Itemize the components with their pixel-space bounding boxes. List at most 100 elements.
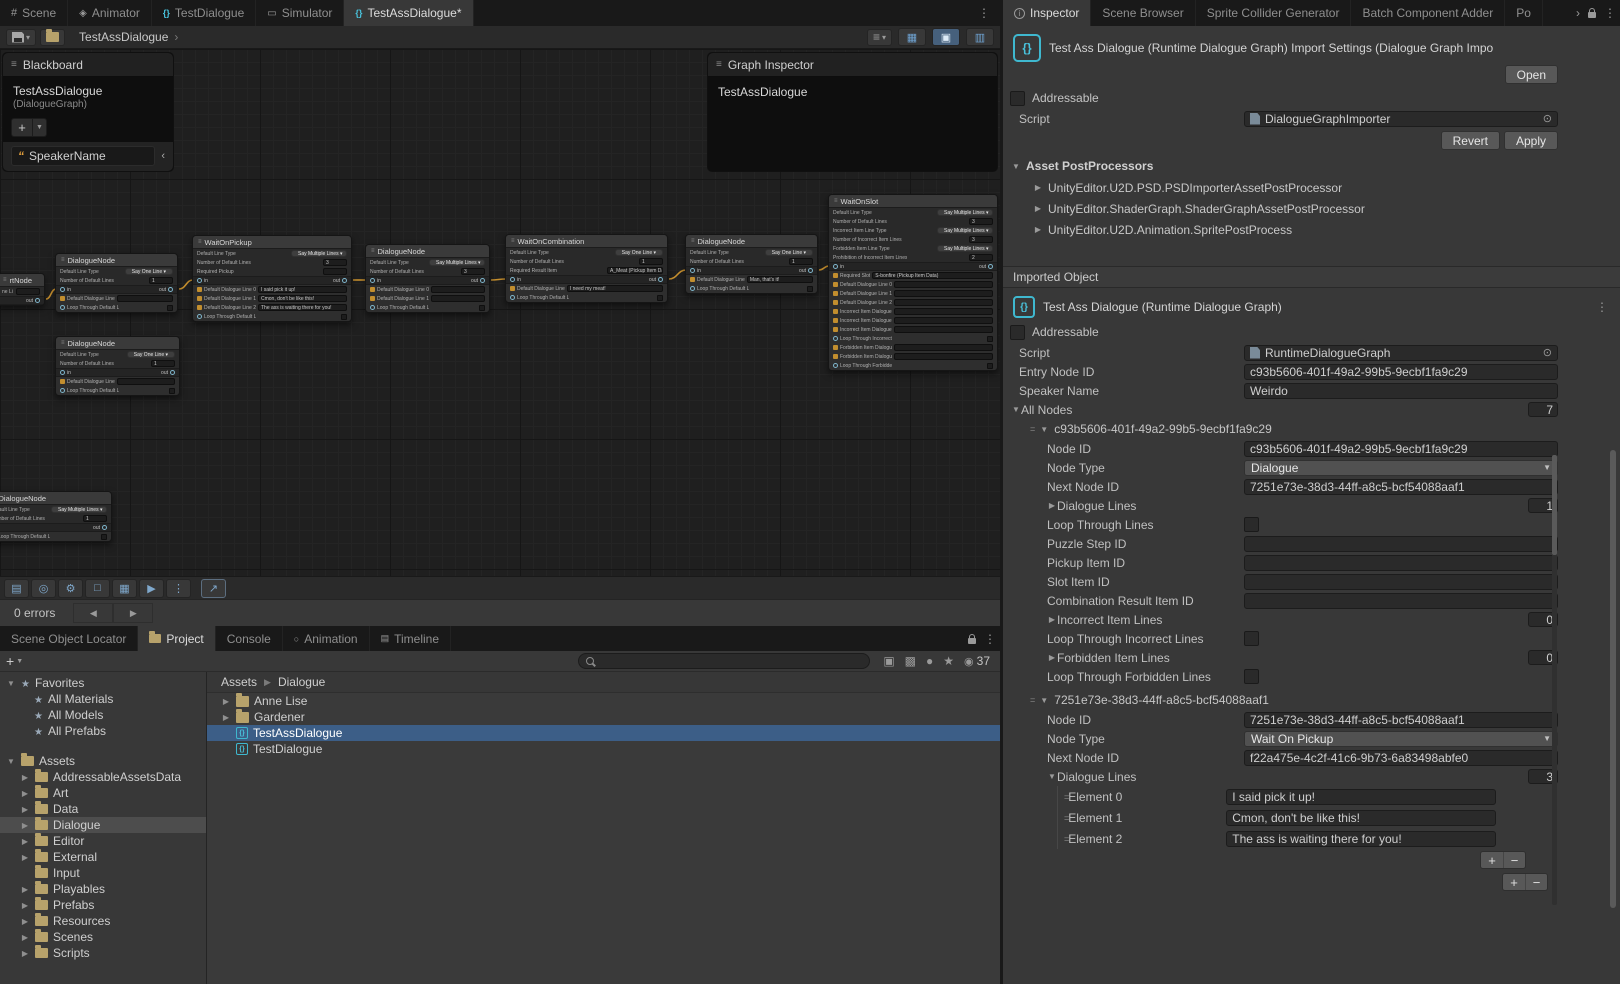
foldout-arrow-icon[interactable]: ▶ — [20, 773, 30, 782]
graph-node-title[interactable]: ≡rtNode — [0, 274, 44, 287]
checkbox[interactable] — [479, 305, 485, 311]
settings-wrench-icon[interactable]: ⚙ — [58, 579, 83, 598]
input-port[interactable]: in — [60, 287, 71, 293]
all-nodes-foldout[interactable]: ▼ All Nodes 7 — [1003, 400, 1620, 419]
folder-tree-item[interactable]: ▶ AddressableAssetsData — [0, 769, 206, 785]
graph-node-field[interactable]: Forbidden Item Line TypeSay Multiple Lin… — [829, 244, 997, 253]
addressable-checkbox[interactable] — [1010, 91, 1025, 106]
graph-node-title[interactable]: ≡DialogueNode — [366, 245, 489, 258]
graph-node-toggle[interactable]: Loop Through Default Lines? — [506, 293, 667, 302]
lock-icon[interactable] — [968, 638, 976, 644]
inspector-scrollbar[interactable] — [1609, 26, 1618, 984]
next-node-field[interactable]: 7251e73e-38d3-44ff-a8c5-bcf54088aaf1 — [1244, 479, 1558, 495]
loop-through-lines-checkbox[interactable] — [1244, 517, 1259, 532]
scrollbar-thumb[interactable] — [1610, 450, 1616, 908]
graph-node-toggle[interactable]: Loop Through Default Lines? — [193, 312, 351, 321]
graph-node[interactable]: ≡DialogueNodeDefault Line TypeSay Multip… — [365, 244, 490, 313]
graph-node-field[interactable]: Default Dialogue Line 1 — [366, 294, 489, 303]
checkbox[interactable] — [987, 363, 993, 369]
element-field[interactable]: I said pick it up! — [1226, 789, 1496, 805]
breadcrumb-item[interactable]: Assets — [221, 675, 257, 689]
graph-node-field[interactable]: Number of Default Lines1 — [686, 257, 817, 266]
chevron-right-icon[interactable]: › — [1576, 6, 1580, 20]
output-port[interactable]: out — [26, 298, 40, 304]
collapse-icon[interactable]: ≡ — [511, 238, 515, 244]
foldout-arrow-icon[interactable]: ▶ — [1033, 204, 1043, 213]
graph-node-field[interactable]: Default Dialogue Line 0I said pick it up… — [193, 285, 351, 294]
graph-node-field[interactable]: Default Dialogue Line 1Cmon, don't be li… — [193, 294, 351, 303]
graph-node[interactable]: ≡DialogueNodeDefault Line TypeSay Multip… — [0, 491, 112, 542]
node-list-entry-header[interactable]: = ▼ c93b5606-401f-49a2-99b5-9ecbf1fa9c29 — [1003, 419, 1620, 439]
visible-count[interactable]: 37 — [964, 654, 990, 668]
graph-node-field[interactable]: Default Dialogue Line 2The ass is waitin… — [193, 303, 351, 312]
drag-handle-icon[interactable]: = — [1030, 695, 1034, 705]
foldout-arrow-icon[interactable]: ▼ — [6, 757, 16, 766]
input-port[interactable]: in — [510, 277, 521, 283]
output-port[interactable]: out — [649, 277, 663, 283]
slot-item-field[interactable] — [1244, 574, 1558, 590]
object-picker-icon[interactable]: ⊙ — [1543, 346, 1552, 359]
panel-tab[interactable]: Project — [138, 626, 215, 651]
folder-tree-item[interactable]: ▶ Scenes — [0, 929, 206, 945]
foldout-arrow-icon[interactable]: ▶ — [20, 821, 30, 830]
blackboard-property-name[interactable]: SpeakerName — [29, 149, 106, 163]
graph-node-field[interactable]: Default Line TypeSay One Line ▾ — [56, 350, 179, 359]
dialogue-lines-foldout[interactable]: ▶Dialogue Lines1 — [1003, 496, 1620, 515]
graph-node-field[interactable]: Number of Default Lines1 — [56, 276, 177, 285]
graph-node-title[interactable]: ≡DialogueNode — [686, 235, 817, 248]
lock-icon[interactable] — [1588, 12, 1596, 18]
graph-node-title[interactable]: ≡WaitOnSlot — [829, 195, 997, 208]
apply-button[interactable]: Apply — [1504, 131, 1558, 150]
checkbox[interactable] — [987, 336, 993, 342]
foldout-arrow-icon[interactable]: ▶ — [20, 933, 30, 942]
postprocessor-item[interactable]: ▶ UnityEditor.ShaderGraph.ShaderGraphAss… — [1003, 198, 1620, 219]
script-object-field[interactable]: DialogueGraphImporter ⊙ — [1244, 111, 1558, 127]
collapse-icon[interactable]: ≡ — [3, 277, 7, 283]
foldout-arrow-icon[interactable]: ▶ — [20, 901, 30, 910]
graph-node-field[interactable]: Prohibition of Incorrect Item Lines2 — [829, 253, 997, 262]
add-property-button[interactable]: + — [11, 118, 33, 137]
element-field[interactable]: Cmon, don't be like this! — [1226, 810, 1496, 826]
foldout-arrow-icon[interactable]: ▶ — [1033, 183, 1043, 192]
output-port[interactable]: out — [471, 278, 485, 284]
edge[interactable] — [179, 280, 193, 289]
collapse-icon[interactable]: ≡ — [834, 198, 838, 204]
foldout-arrow-icon[interactable]: ▶ — [20, 917, 30, 926]
add-element-button[interactable]: + — [1503, 874, 1525, 890]
remove-element-button[interactable]: − — [1503, 852, 1525, 868]
output-port[interactable]: out — [333, 278, 347, 284]
panel-tab[interactable]: Animation — [283, 626, 370, 651]
output-port[interactable]: out — [161, 370, 175, 376]
drag-handle-icon[interactable]: = — [1030, 424, 1034, 434]
graph-node[interactable]: ≡DialogueNodeDefault Line TypeSay One Li… — [55, 253, 178, 313]
foldout-arrow-icon[interactable]: ▶ — [20, 949, 30, 958]
checkbox[interactable] — [657, 295, 663, 301]
foldout-arrow-icon[interactable]: ▶ — [1033, 225, 1043, 234]
graph-node-toggle[interactable]: Loop Through Default Lines? — [366, 303, 489, 312]
graph-node-field[interactable]: Number of Incorrect Item Lines3 — [829, 235, 997, 244]
folder-tree-item[interactable]: ▶ Dialogue — [0, 817, 206, 833]
node-type-dropdown[interactable]: Dialogue▼ — [1244, 460, 1558, 476]
favorites-star-icon[interactable]: ★ — [943, 654, 954, 668]
folder-tree-item[interactable]: ▶ Playables — [0, 881, 206, 897]
graph-node-field[interactable]: Default Line TypeSay Multiple Lines ▾ — [366, 258, 489, 267]
graph-inspector-header[interactable]: ≡ Graph Inspector — [708, 53, 997, 77]
graph-node-field[interactable]: Default Dialogue Line 2 — [829, 298, 997, 307]
foldout-arrow-icon[interactable]: ▼ — [1039, 425, 1049, 434]
graph-node-toggle[interactable]: Loop Through Incorrect Item Lines? — [829, 334, 997, 343]
graph-node-title[interactable]: ≡DialogueNode — [56, 254, 177, 267]
node-type-dropdown[interactable]: Wait On Pickup▼ — [1244, 731, 1558, 747]
add-property-dropdown-icon[interactable]: ▼ — [33, 118, 47, 137]
graph-node-field[interactable]: Default Line TypeSay Multiple Lines ▾ — [193, 249, 351, 258]
info-panel-icon[interactable]: ◎ — [31, 579, 56, 598]
panel-tab[interactable]: Console — [216, 626, 283, 651]
foldout-arrow-icon[interactable]: ▶ — [1047, 653, 1057, 662]
favorite-item[interactable]: All Models — [0, 707, 206, 723]
console-panel-icon[interactable]: ▤ — [4, 579, 29, 598]
graph-inspector-panel[interactable]: ≡ Graph Inspector TestAssDialogue — [707, 52, 998, 172]
panel-tab[interactable]: Po — [1505, 0, 1543, 26]
open-external-icon[interactable]: ↗ — [201, 579, 226, 598]
graph-options-button[interactable]: ≡▾ — [867, 29, 892, 46]
node-id-field[interactable]: c93b5606-401f-49a2-99b5-9ecbf1fa9c29 — [1244, 441, 1558, 457]
panel-tab[interactable]: Scene Browser — [1091, 0, 1195, 26]
